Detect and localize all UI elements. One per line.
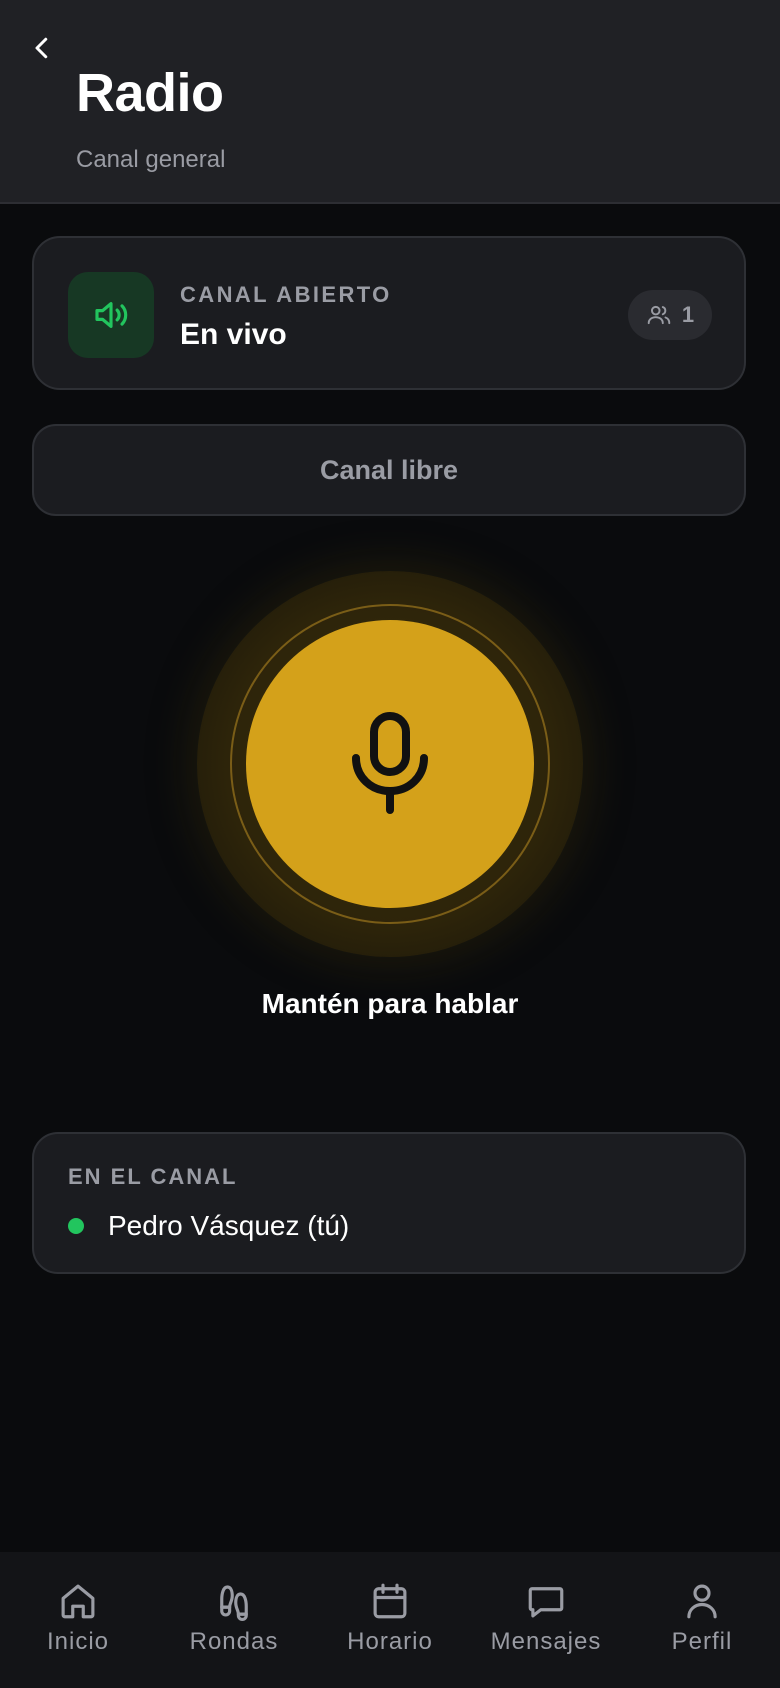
message-icon bbox=[528, 1587, 564, 1618]
users-icon bbox=[647, 305, 671, 325]
nav-item-perfil[interactable]: Perfil bbox=[624, 1552, 780, 1688]
back-button[interactable] bbox=[22, 28, 62, 68]
nav-label: Perfil bbox=[671, 1628, 733, 1655]
nav-label: Horario bbox=[347, 1628, 433, 1655]
footprints-icon bbox=[220, 1585, 248, 1622]
nav-item-rondas[interactable]: Rondas bbox=[156, 1552, 312, 1688]
header: Radio Canal general bbox=[0, 0, 780, 204]
channel-status-card: CANAL ABIERTO En vivo 1 bbox=[32, 236, 746, 390]
user-icon bbox=[687, 1584, 717, 1619]
nav-item-mensajes[interactable]: Mensajes bbox=[468, 1552, 624, 1688]
member-count-badge[interactable]: 1 bbox=[628, 290, 712, 340]
home-icon bbox=[61, 1584, 95, 1619]
list-item[interactable]: Pedro Vásquez (tú) bbox=[68, 1210, 349, 1242]
ptt-label: Mantén para hablar bbox=[261, 988, 519, 1019]
nav-item-inicio[interactable]: Inicio bbox=[0, 1552, 156, 1688]
page-title: Radio bbox=[76, 63, 224, 123]
members-heading: EN EL CANAL bbox=[68, 1164, 238, 1189]
push-to-talk-button[interactable] bbox=[246, 620, 534, 908]
nav-label: Mensajes bbox=[490, 1628, 602, 1655]
channel-status-value: En vivo bbox=[180, 318, 287, 351]
member-name: Pedro Vásquez (tú) bbox=[108, 1210, 350, 1241]
speaker-icon bbox=[95, 302, 128, 328]
page-subtitle: Canal general bbox=[76, 146, 226, 173]
bottom-nav: Inicio Rondas Horario Mensajes Perfil bbox=[0, 1552, 780, 1688]
channel-status-label: CANAL ABIERTO bbox=[180, 282, 392, 307]
radio-screen: Radio Canal general CANAL ABIERTO En viv… bbox=[0, 0, 780, 1688]
online-status-dot bbox=[68, 1218, 84, 1234]
nav-item-horario[interactable]: Horario bbox=[312, 1552, 468, 1688]
nav-label: Inicio bbox=[46, 1628, 110, 1655]
microphone-icon bbox=[352, 712, 428, 814]
channel-state-bar: Canal libre bbox=[32, 424, 746, 516]
members-card: EN EL CANAL Pedro Vásquez (tú) bbox=[32, 1132, 746, 1274]
chevron-left-icon bbox=[35, 37, 48, 59]
nav-label: Rondas bbox=[189, 1628, 279, 1655]
speaker-icon-box bbox=[68, 272, 154, 358]
calendar-icon bbox=[373, 1583, 407, 1619]
member-count: 1 bbox=[681, 302, 695, 327]
